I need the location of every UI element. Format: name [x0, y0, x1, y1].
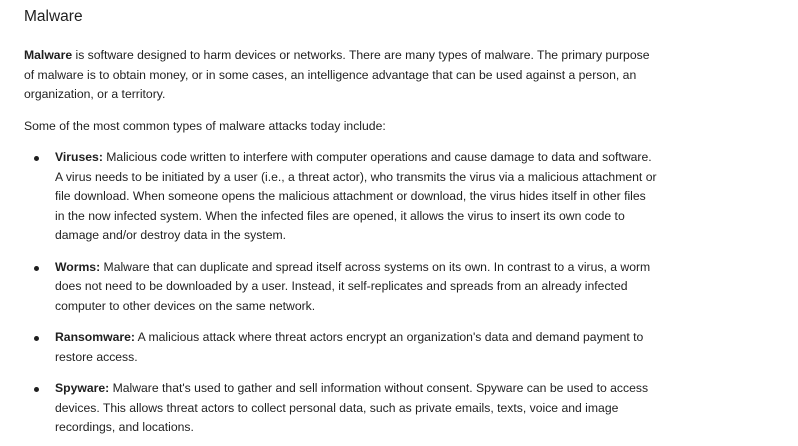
intro-term: Malware	[24, 48, 73, 62]
lead-paragraph: Some of the most common types of malware…	[24, 118, 386, 133]
intro-paragraph: Malware is software designed to harm dev…	[24, 46, 658, 105]
list-item-term: Spyware:	[55, 381, 110, 395]
list-item-ransomware: Ransomware: A malicious attack where thr…	[34, 328, 658, 367]
list-item-term: Worms:	[55, 259, 101, 274]
list-item-term: Ransomware:	[55, 330, 135, 344]
list-item-spyware: Spyware: Malware that's used to gather a…	[34, 379, 658, 438]
list-item-worms: Worms: Malware that can duplicate and sp…	[34, 258, 658, 317]
malware-types-list: Viruses: Malicious code written to inter…	[24, 148, 658, 438]
intro-text: is software designed to harm devices or …	[24, 48, 650, 101]
list-item-text: Malware that's used to gather and sell i…	[55, 381, 649, 434]
page-title: Malware	[24, 8, 83, 25]
list-item-text: A malicious attack where threat actors e…	[55, 330, 644, 364]
list-item-viruses: Viruses: Malicious code written to inter…	[34, 148, 658, 246]
list-item-text: Malware that can duplicate and spread it…	[55, 259, 651, 313]
list-item-term: Viruses:	[55, 150, 103, 164]
list-item-text: Malicious code written to interfere with…	[55, 150, 657, 242]
content-page: Malware Malware is software designed to …	[0, 0, 798, 446]
